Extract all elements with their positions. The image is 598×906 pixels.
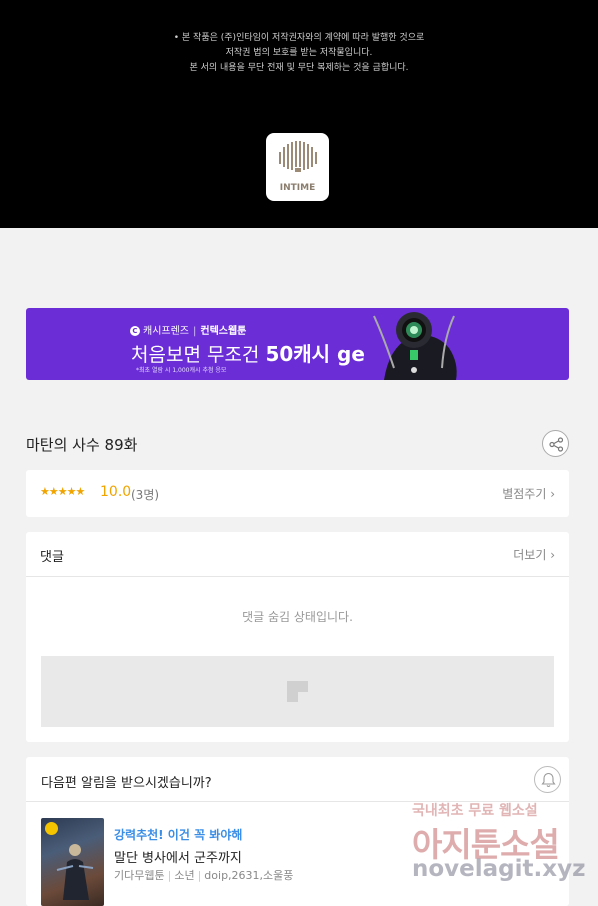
episode-title: 마탄의 사수 89화 bbox=[26, 436, 138, 454]
next-episode-header: 다음편 알림을 받으시겠습니까? bbox=[26, 757, 569, 802]
site-watermark: 국내최초 무료 웹소설 아지툰소설 novelagit.xyz bbox=[410, 798, 598, 906]
promo-banner[interactable]: C 캐시프렌즈 | 컨텍스웹툰 처음보면 무조건 50캐시 get!! *최초 열람 … bbox=[26, 308, 569, 380]
notification-bell-button[interactable] bbox=[534, 766, 561, 793]
recommend-category: 소년 bbox=[174, 869, 195, 882]
copyright-line-2: 저작권 법의 보호를 받는 저작물입니다. bbox=[225, 48, 373, 58]
banner-brand-row: C 캐시프렌즈 | 컨텍스웹툰 bbox=[130, 322, 246, 337]
comments-hidden-message: 댓글 숨김 상태입니다. bbox=[242, 610, 353, 624]
copyright-notice: • 본 작품은 (주)인타임이 저작권자와의 계약에 따라 발행한 것으로 저작… bbox=[0, 31, 598, 76]
ad-placeholder[interactable] bbox=[41, 656, 554, 727]
comments-card: 댓글 더보기 › 댓글 숨김 상태입니다. bbox=[26, 532, 569, 742]
copyright-line-3: 본 서의 내용을 무단 전재 및 무단 복제하는 것을 금합니다. bbox=[189, 63, 409, 73]
intime-logo-text: INTIME bbox=[279, 183, 316, 193]
rating-card: ★★★★★ 10.0 (3명) 별점주기 › bbox=[26, 470, 569, 517]
copyright-section: • 본 작품은 (주)인타임이 저작권자와의 계약에 따라 발행한 것으로 저작… bbox=[0, 0, 598, 228]
recommend-genre: 기다무웹툰 bbox=[114, 869, 165, 882]
next-episode-alert-title: 다음편 알림을 받으시겠습니까? bbox=[41, 776, 212, 791]
recommend-meta: 기다무웹툰 | 소년 | doip,2631,소울풍 bbox=[114, 867, 293, 883]
cash-icon: C bbox=[130, 326, 140, 336]
banner-brand-left: 캐시프렌즈 bbox=[143, 326, 189, 337]
share-button[interactable] bbox=[542, 430, 569, 457]
banner-brand-divider: | bbox=[193, 326, 197, 337]
rating-stars: ★★★★★ bbox=[40, 485, 85, 498]
intime-logo-mark bbox=[279, 141, 317, 172]
rating-count: (3명) bbox=[131, 488, 160, 502]
meta-divider: | bbox=[167, 869, 172, 882]
comments-header: 댓글 더보기 › bbox=[26, 532, 569, 577]
wait-free-clock-icon bbox=[45, 822, 58, 835]
comments-more-button[interactable]: 더보기 › bbox=[513, 546, 555, 563]
rating-score: 10.0 bbox=[100, 484, 132, 500]
comments-title: 댓글 bbox=[40, 550, 64, 565]
rate-button[interactable]: 별점주기 › bbox=[502, 485, 555, 502]
copyright-line-1: • 본 작품은 (주)인타임이 저작권자와의 계약에 따라 발행한 것으로 bbox=[173, 33, 425, 43]
banner-headline: 처음보면 무조건 50캐시 get!! bbox=[131, 338, 393, 367]
watermark-line-1: 국내최초 무료 웹소설 bbox=[412, 803, 538, 819]
banner-robot-image bbox=[364, 308, 464, 380]
meta-divider: | bbox=[197, 869, 202, 882]
watermark-line-3: novelagit.xyz bbox=[412, 856, 586, 882]
recommend-thumbnail[interactable] bbox=[41, 818, 104, 906]
banner-fine-print: *최초 열람 시 1,000캐시 추첨 응모 bbox=[136, 367, 227, 374]
recommend-authors: doip,2631,소울풍 bbox=[204, 869, 294, 882]
recommend-cover-art bbox=[56, 844, 94, 900]
banner-headline-pre: 처음보면 무조건 bbox=[131, 344, 266, 366]
bell-icon bbox=[541, 772, 556, 788]
share-icon bbox=[549, 437, 564, 452]
recommend-label: 강력추천! 이건 꼭 봐야해 bbox=[114, 828, 243, 842]
image-placeholder-icon bbox=[287, 681, 308, 702]
intime-logo: INTIME bbox=[266, 133, 329, 201]
banner-brand-right: 컨텍스웹툰 bbox=[200, 326, 247, 337]
recommend-title[interactable]: 말단 병사에서 군주까지 bbox=[114, 847, 242, 866]
